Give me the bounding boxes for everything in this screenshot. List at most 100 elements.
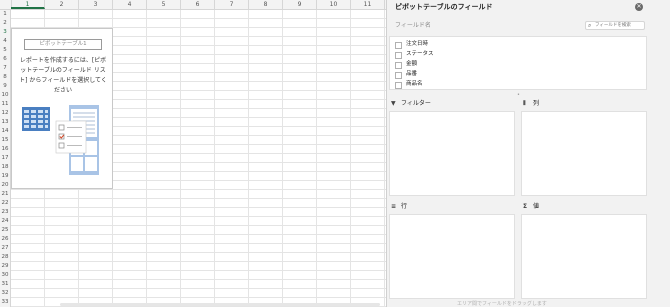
field-checkbox[interactable] xyxy=(395,61,402,69)
column-header[interactable]: 6 xyxy=(181,0,215,9)
field-checkbox[interactable] xyxy=(395,51,402,59)
row-header[interactable]: 6 xyxy=(0,55,11,64)
row-header[interactable]: 24 xyxy=(0,217,11,226)
row-header[interactable]: 1 xyxy=(0,10,11,19)
values-area-header: Σ値 xyxy=(523,202,539,212)
columns-area-header: ⦀ 列 xyxy=(523,99,539,109)
rows-icon: ≡ xyxy=(391,203,397,210)
column-header[interactable]: 11 xyxy=(351,0,385,9)
field-search-input[interactable] xyxy=(595,22,643,29)
row-header[interactable]: 3 xyxy=(0,28,11,37)
field-search-box[interactable]: ⌕ xyxy=(585,21,645,30)
row-header[interactable]: 9 xyxy=(0,82,11,91)
field-checkbox[interactable] xyxy=(395,81,402,89)
rows-drop-area[interactable] xyxy=(389,214,515,299)
row-header[interactable]: 32 xyxy=(0,289,11,298)
rows-area-header: ≡ 行 xyxy=(391,202,407,212)
grid-row[interactable]: 32 xyxy=(0,289,386,298)
column-header[interactable]: 10 xyxy=(317,0,351,9)
grid-row[interactable]: 2 xyxy=(0,19,386,28)
grid-line xyxy=(214,10,215,307)
field-item[interactable]: 金額 xyxy=(395,60,595,69)
grid-row[interactable]: 21 xyxy=(0,190,386,199)
row-header[interactable]: 25 xyxy=(0,226,11,235)
row-header[interactable]: 20 xyxy=(0,181,11,190)
drag-hint: エリア間でフィールドをドラッグします xyxy=(457,301,547,307)
column-header[interactable]: 4 xyxy=(113,0,147,9)
field-item[interactable]: ステータス xyxy=(395,50,595,59)
row-header[interactable]: 10 xyxy=(0,91,11,100)
field-item[interactable]: 注文日時 xyxy=(395,40,595,49)
values-drop-area[interactable] xyxy=(521,214,647,299)
row-header[interactable]: 14 xyxy=(0,127,11,136)
grid-row[interactable]: 1 xyxy=(0,10,386,19)
field-label: 金額 xyxy=(406,61,418,67)
rows-area-label: 行 xyxy=(401,203,408,210)
row-header[interactable]: 8 xyxy=(0,73,11,82)
resize-handle[interactable]: • xyxy=(517,92,520,98)
column-header[interactable]: 3 xyxy=(79,0,113,9)
row-header[interactable]: 18 xyxy=(0,163,11,172)
row-header[interactable]: 30 xyxy=(0,271,11,280)
columns-drop-area[interactable] xyxy=(521,111,647,196)
grid-row[interactable]: 24 xyxy=(0,217,386,226)
row-header[interactable]: 29 xyxy=(0,262,11,271)
column-header[interactable]: 1 xyxy=(11,0,45,9)
grid-row[interactable]: 31 xyxy=(0,280,386,289)
grid-row[interactable]: 25 xyxy=(0,226,386,235)
grid-row[interactable]: 27 xyxy=(0,244,386,253)
panel-title: ピボットテーブルのフィールド xyxy=(395,3,493,11)
column-header[interactable]: 8 xyxy=(249,0,283,9)
row-header[interactable]: 16 xyxy=(0,145,11,154)
grid-row[interactable]: 28 xyxy=(0,253,386,262)
row-header[interactable]: 28 xyxy=(0,253,11,262)
field-item[interactable]: 品番 xyxy=(395,70,595,79)
field-label: 品番 xyxy=(406,71,418,77)
grid-line xyxy=(384,10,385,307)
row-header[interactable]: 23 xyxy=(0,208,11,217)
field-label: ステータス xyxy=(406,51,434,57)
grid-line xyxy=(180,10,181,307)
row-header[interactable]: 7 xyxy=(0,64,11,73)
filter-area-label: フィルター xyxy=(401,100,431,107)
field-checkbox[interactable] xyxy=(395,41,402,49)
field-label: 注文日時 xyxy=(406,41,429,47)
row-header[interactable]: 15 xyxy=(0,136,11,145)
column-header[interactable]: 2 xyxy=(45,0,79,9)
row-header[interactable]: 31 xyxy=(0,280,11,289)
columns-area-label: 列 xyxy=(533,100,540,107)
grid-row[interactable]: 23 xyxy=(0,208,386,217)
row-header[interactable]: 4 xyxy=(0,37,11,46)
column-header[interactable]: 7 xyxy=(215,0,249,9)
grid-row[interactable]: 29 xyxy=(0,262,386,271)
field-item[interactable]: 商品名 xyxy=(395,80,595,89)
row-header[interactable]: 22 xyxy=(0,199,11,208)
row-header[interactable]: 26 xyxy=(0,235,11,244)
grid-row[interactable]: 22 xyxy=(0,199,386,208)
row-header[interactable]: 5 xyxy=(0,46,11,55)
row-header[interactable]: 11 xyxy=(0,100,11,109)
row-header[interactable]: 21 xyxy=(0,190,11,199)
field-list: 注文日時 ステータス 金額 品番 商品名 xyxy=(389,36,647,90)
column-header-bar: 1 2 3 4 5 6 7 8 9 10 11 xyxy=(0,0,386,10)
row-header[interactable]: 19 xyxy=(0,172,11,181)
field-checkbox[interactable] xyxy=(395,71,402,79)
column-header[interactable]: 5 xyxy=(147,0,181,9)
row-header[interactable]: 2 xyxy=(0,19,11,28)
filter-drop-area[interactable] xyxy=(389,111,515,196)
row-header[interactable]: 17 xyxy=(0,154,11,163)
sigma-icon: Σ xyxy=(523,203,528,210)
row-header[interactable]: 33 xyxy=(0,298,11,307)
row-header[interactable]: 12 xyxy=(0,109,11,118)
row-header[interactable]: 13 xyxy=(0,118,11,127)
pivot-table-illustration xyxy=(22,105,99,175)
row-header[interactable]: 27 xyxy=(0,244,11,253)
horizontal-scrollbar[interactable] xyxy=(60,303,380,306)
grid-row[interactable]: 30 xyxy=(0,271,386,280)
close-icon[interactable]: ✕ xyxy=(635,3,643,11)
spreadsheet-grid[interactable]: 1 2 3 4 5 6 7 8 9 10 11 1 2 3 4 5 6 7 8 9 10 11 12 13 14 15 16 17 1… xyxy=(0,0,386,307)
grid-line xyxy=(350,10,351,307)
grid-row[interactable]: 26 xyxy=(0,235,386,244)
column-header[interactable]: 9 xyxy=(283,0,317,9)
pivot-table-placeholder[interactable]: ピボットテーブル1 レポートを作成するには、[ピボットテーブルのフィールド リス… xyxy=(11,28,113,189)
